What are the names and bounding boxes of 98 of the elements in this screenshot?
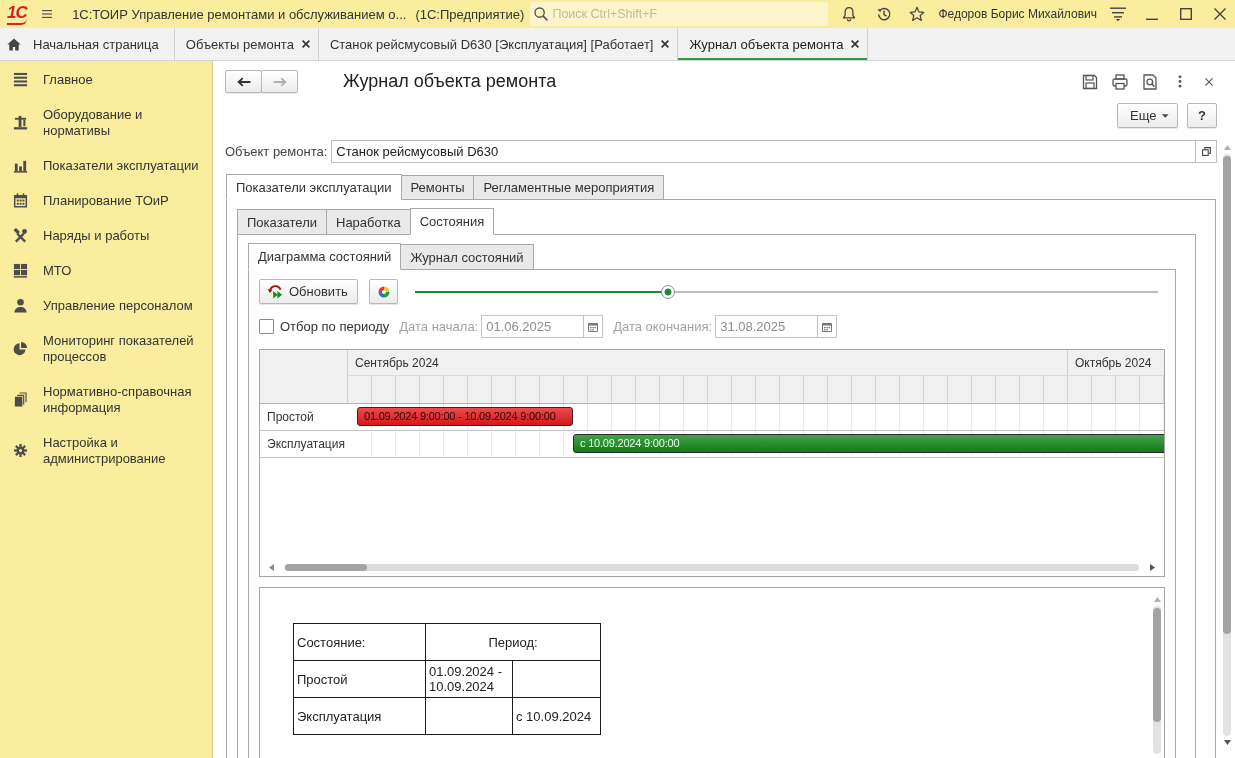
- document-tab[interactable]: Объекты ремонта: [174, 28, 319, 60]
- sidebar-item[interactable]: Нормативно-справочная информация: [0, 374, 212, 425]
- slider-thumb[interactable]: [660, 284, 675, 299]
- save-icon[interactable]: [1082, 73, 1098, 90]
- color-button[interactable]: [369, 279, 398, 304]
- tiles-icon: [13, 263, 28, 278]
- color-wheel-icon: [377, 285, 390, 298]
- sidebar-item[interactable]: Наряды и работы: [0, 218, 212, 253]
- preview-icon[interactable]: [1142, 73, 1158, 90]
- object-field[interactable]: Станок рейсмусовый D630: [331, 140, 1195, 163]
- calendar-button[interactable]: [583, 315, 604, 338]
- platform-name: (1С:Предприятие): [415, 6, 525, 22]
- menu-lines-icon[interactable]: [1110, 6, 1126, 22]
- column-header: Состояние:: [293, 623, 426, 661]
- gantt-bar[interactable]: 01.09.2024 9:00:00 - 10.09.2024 9:00:00: [357, 407, 573, 426]
- row-label: Простой: [267, 410, 314, 424]
- open-squares-icon: [1201, 147, 1211, 156]
- form-tab[interactable]: Журнал состояний: [400, 244, 534, 270]
- more-button[interactable]: Еще: [1117, 103, 1178, 128]
- scrollbar-thumb[interactable]: [285, 563, 367, 571]
- document-tab[interactable]: Начальная страница: [0, 28, 175, 60]
- table-cell: Эксплуатация: [293, 697, 426, 735]
- home-icon: [7, 37, 21, 51]
- calendar-button[interactable]: [817, 315, 838, 338]
- person-icon: [13, 298, 28, 313]
- table-cell: 01.09.2024 - 10.09.2024: [425, 660, 513, 698]
- form-tab[interactable]: Показатели эксплуатации: [226, 174, 402, 200]
- row-label: Эксплуатация: [267, 437, 345, 451]
- app-title: 1С:ТОИР Управление ремонтами и обслуживанием о...: [72, 6, 407, 22]
- pie-chart-icon: [13, 341, 28, 356]
- caret-icon: [1162, 113, 1169, 118]
- table-cell: с 10.09.2024: [512, 697, 601, 735]
- refresh-button[interactable]: Обновить: [259, 279, 358, 304]
- calendar-icon: [13, 193, 28, 208]
- form-tab[interactable]: Диаграмма состояний: [248, 243, 402, 270]
- month-label: Октябрь 2024: [1075, 355, 1152, 370]
- vertical-scrollbar[interactable]: [1153, 606, 1161, 754]
- scrollbar-thumb[interactable]: [1223, 156, 1231, 634]
- history-icon[interactable]: [876, 6, 893, 22]
- field-label: Объект ремонта:: [225, 144, 328, 159]
- lines-icon: [13, 72, 28, 87]
- table-cell: Простой: [293, 660, 426, 698]
- gear-icon: [13, 443, 28, 458]
- open-button[interactable]: [1195, 140, 1217, 163]
- sidebar-item[interactable]: Мониторинг показателей процессов: [0, 323, 212, 374]
- form-tab[interactable]: Показатели: [237, 209, 327, 235]
- close-icon[interactable]: [1205, 77, 1213, 86]
- refresh-icon: [267, 284, 284, 299]
- print-icon[interactable]: [1112, 73, 1128, 90]
- scroll-right-icon[interactable]: [1150, 563, 1155, 571]
- checkbox-label[interactable]: Отбор по периоду: [280, 319, 390, 334]
- search-icon: [534, 7, 549, 21]
- sidebar-item[interactable]: Управление персоналом: [0, 288, 212, 323]
- left-arrow-icon: [236, 76, 251, 87]
- scroll-left-icon[interactable]: [269, 563, 274, 571]
- document-tab[interactable]: Журнал объекта ремонта: [678, 28, 869, 60]
- sidebar-item[interactable]: Настройка и администрирование: [0, 425, 212, 476]
- help-button[interactable]: ?: [1187, 103, 1217, 128]
- user-name[interactable]: Федоров Борис Михайлович: [938, 7, 1097, 21]
- close-icon[interactable]: [851, 40, 860, 48]
- calendar-icon: [588, 321, 599, 332]
- column-header: Период:: [425, 623, 601, 661]
- form-title: Журнал объекта ремонта: [343, 70, 557, 93]
- sidebar-item[interactable]: Оборудование и нормативы: [0, 97, 212, 148]
- close-icon[interactable]: [1214, 8, 1226, 20]
- bar-chart-icon: [13, 158, 28, 173]
- form-tab[interactable]: Регламентные мероприятия: [473, 175, 665, 200]
- period-checkbox[interactable]: [259, 319, 274, 334]
- form-tab[interactable]: Ремонты: [400, 175, 475, 200]
- documents-icon: [13, 392, 28, 407]
- horizontal-scrollbar[interactable]: [285, 563, 1139, 571]
- right-arrow-icon: [272, 76, 287, 87]
- more-icon[interactable]: [1178, 75, 1182, 88]
- close-icon[interactable]: [301, 40, 310, 48]
- scroll-down-icon[interactable]: [1223, 740, 1231, 745]
- calendar-icon: [822, 321, 833, 332]
- month-label: Сентябрь 2024: [355, 355, 439, 370]
- star-icon[interactable]: [909, 6, 926, 22]
- search-field[interactable]: Поиск Ctrl+Shift+F: [530, 2, 829, 26]
- close-icon[interactable]: [661, 40, 670, 48]
- vertical-scrollbar[interactable]: [1223, 154, 1231, 736]
- sidebar-item[interactable]: Показатели эксплуатации: [0, 148, 212, 183]
- bell-icon[interactable]: [841, 6, 858, 22]
- field-label: Дата окончания:: [613, 319, 713, 334]
- field-label: Дата начала:: [399, 319, 479, 334]
- tools-icon: [13, 228, 28, 243]
- sidebar-item[interactable]: Планирование ТОиР: [0, 183, 212, 218]
- gantt-bar[interactable]: с 10.09.2024 9:00:00: [573, 434, 1164, 453]
- form-tab[interactable]: Состояния: [409, 208, 495, 235]
- machine-stand-icon: [13, 115, 28, 130]
- maximize-icon[interactable]: [1180, 8, 1192, 20]
- form-tab[interactable]: Наработка: [326, 209, 411, 235]
- sidebar-item[interactable]: МТО: [0, 253, 212, 288]
- scrollbar-thumb[interactable]: [1153, 608, 1161, 722]
- sidebar-item[interactable]: Главное: [0, 62, 212, 97]
- back-button[interactable]: [225, 70, 262, 93]
- app-logo[interactable]: 1С: [7, 3, 27, 25]
- menu-icon[interactable]: [41, 8, 53, 20]
